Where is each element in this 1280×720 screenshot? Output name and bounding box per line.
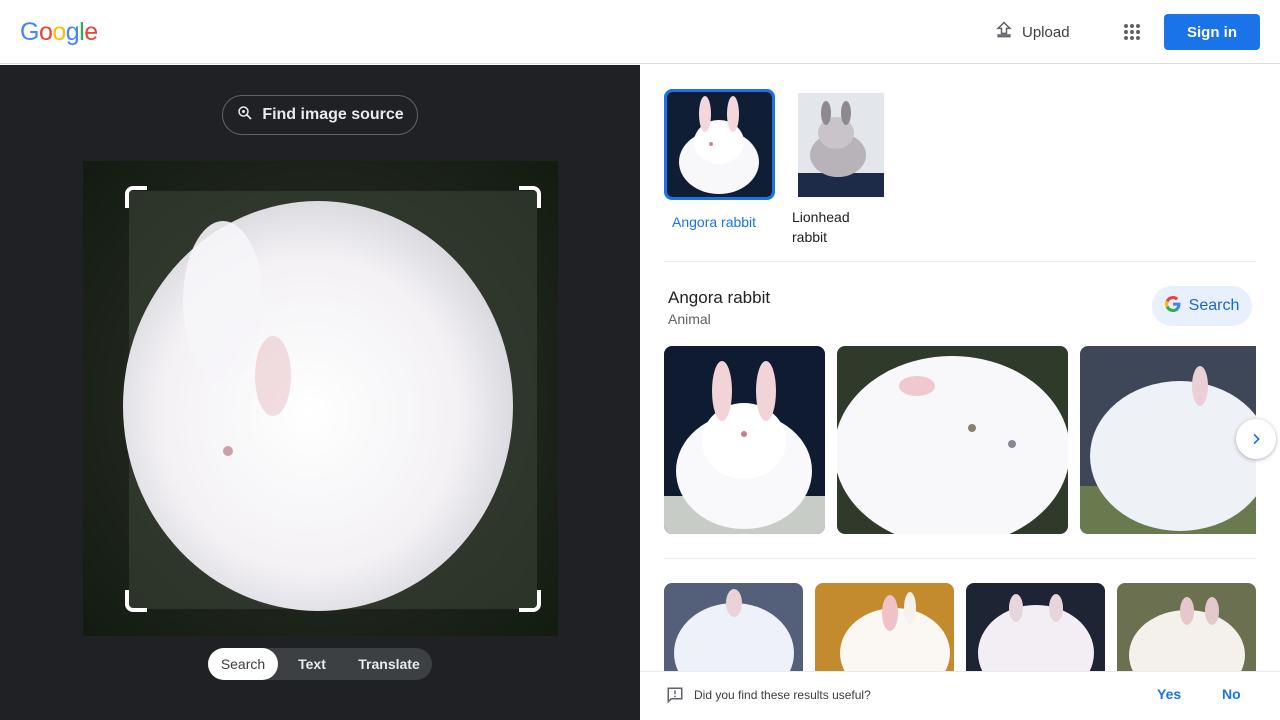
lens-search-icon	[236, 104, 254, 127]
visual-match-label: Lionhead rabbit	[792, 209, 850, 245]
apps-grid-icon[interactable]	[1116, 16, 1148, 48]
top-bar: Google Upload Sign in	[0, 0, 1280, 64]
visual-match-angora[interactable]: Angora rabbit	[664, 89, 776, 232]
upload-button[interactable]: Upload	[984, 14, 1080, 50]
visual-match-lionhead[interactable]: Lionhead rabbit	[792, 93, 884, 247]
mode-translate-tab[interactable]: Translate	[346, 648, 432, 680]
logo-letter: o	[38, 18, 53, 46]
feedback-question: Did you find these results useful?	[694, 688, 871, 702]
feedback-yes-button[interactable]: Yes	[1157, 686, 1181, 702]
upload-icon	[994, 20, 1014, 44]
result-image[interactable]	[1080, 346, 1256, 534]
logo-letter: g	[65, 18, 80, 46]
result-image[interactable]	[837, 346, 1068, 534]
crop-handle-top-left[interactable]	[125, 186, 147, 208]
entity-subtitle: Animal	[668, 311, 711, 327]
upload-label: Upload	[1022, 23, 1070, 41]
feedback-icon	[666, 686, 684, 709]
logo-letter: G	[20, 18, 39, 46]
google-logo[interactable]: Google	[20, 18, 98, 46]
google-g-icon	[1164, 295, 1181, 317]
crop-handle-bottom-left[interactable]	[125, 590, 147, 612]
crop-selection-box[interactable]	[125, 186, 541, 612]
logo-letter: o	[52, 18, 66, 46]
result-image[interactable]	[966, 583, 1105, 683]
chevron-right-icon[interactable]	[1236, 419, 1276, 459]
crop-handle-bottom-right[interactable]	[519, 590, 541, 612]
section-divider	[664, 261, 1256, 262]
mode-search-tab[interactable]: Search	[208, 648, 278, 680]
mode-text-tab[interactable]: Text	[278, 648, 346, 680]
logo-letter: e	[84, 18, 98, 46]
visual-match-label: Angora rabbit	[672, 214, 757, 230]
feedback-no-button[interactable]: No	[1222, 686, 1241, 702]
entity-search-label: Search	[1188, 297, 1240, 314]
visual-match-thumbnail	[664, 89, 775, 200]
result-image[interactable]	[664, 346, 825, 534]
find-image-source-button[interactable]: Find image source	[222, 95, 418, 135]
sign-in-button[interactable]: Sign in	[1164, 14, 1260, 50]
visual-match-thumbnail	[792, 93, 884, 197]
find-image-source-label: Find image source	[262, 106, 404, 123]
lens-mode-toggle: Search Text Translate	[208, 648, 432, 680]
result-image[interactable]	[664, 583, 803, 683]
result-image[interactable]	[1117, 583, 1256, 683]
result-image[interactable]	[815, 583, 954, 683]
entity-title: Angora rabbit	[668, 288, 771, 307]
crop-handle-top-right[interactable]	[519, 186, 541, 208]
entity-search-button[interactable]: Search	[1152, 286, 1252, 326]
results-pane: Angora rabbit Lionhead rabbit Angora rab…	[640, 65, 1280, 720]
feedback-bar: Did you find these results useful? Yes N…	[640, 671, 1280, 720]
image-preview-pane: Find image source Search Text Translate	[0, 65, 640, 720]
section-divider	[664, 558, 1256, 559]
